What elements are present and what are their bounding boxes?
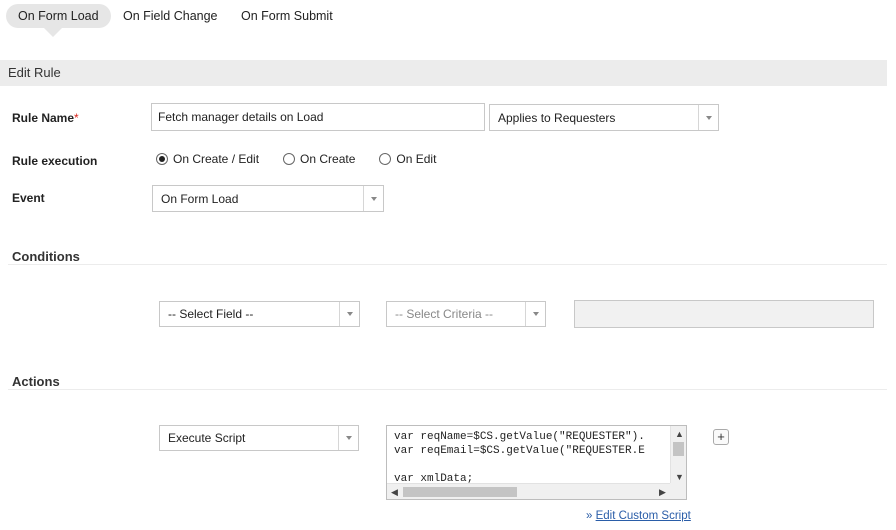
horizontal-scroll-thumb[interactable] <box>403 487 517 497</box>
chevron-down-icon[interactable] <box>698 105 718 130</box>
action-type-value: Execute Script <box>168 431 246 445</box>
select-criteria-value: -- Select Criteria -- <box>395 307 494 321</box>
radio-on-create[interactable]: On Create <box>283 152 355 166</box>
chevron-down-icon[interactable] <box>525 302 545 326</box>
select-criteria-dropdown[interactable]: -- Select Criteria -- <box>386 301 546 327</box>
edit-rule-header: Edit Rule <box>0 60 887 86</box>
active-tab-caret <box>44 28 62 37</box>
vertical-scrollbar[interactable]: ▲ ▼ <box>670 426 686 485</box>
rule-name-label: Rule Name* <box>12 111 79 125</box>
rule-name-label-text: Rule Name <box>12 111 75 125</box>
radio-unchecked-icon[interactable] <box>283 153 296 165</box>
arrow-up-icon[interactable]: ▲ <box>675 429 684 439</box>
script-line: var reqEmail=$CS.getValue("REQUESTER.E <box>394 445 645 457</box>
add-action-button[interactable]: + <box>713 429 729 445</box>
actions-title: Actions <box>12 374 60 389</box>
radio-on-create-label: On Create <box>300 152 356 166</box>
rule-execution-label: Rule execution <box>12 154 98 168</box>
radio-checked-icon[interactable] <box>156 153 168 165</box>
applies-to-value: Applies to Requesters <box>498 110 616 125</box>
radio-on-create-edit[interactable]: On Create / Edit <box>156 152 259 166</box>
script-line: var reqName=$CS.getValue("REQUESTER"). <box>394 431 645 443</box>
select-field-value: -- Select Field -- <box>168 307 254 321</box>
horizontal-scrollbar[interactable]: ◀ ▶ <box>387 483 672 499</box>
chevron-down-icon[interactable] <box>339 302 359 326</box>
event-value: On Form Load <box>161 191 239 206</box>
event-label: Event <box>12 191 45 205</box>
rule-execution-radio-group: On Create / Edit On Create On Edit <box>156 152 460 166</box>
radio-on-edit-label: On Edit <box>396 152 437 166</box>
radio-on-create-edit-label: On Create / Edit <box>173 152 260 166</box>
conditions-title: Conditions <box>12 249 80 264</box>
actions-divider <box>8 389 887 390</box>
condition-value-input[interactable] <box>574 300 874 328</box>
chevron-down-icon[interactable] <box>338 426 358 450</box>
edit-rule-title: Edit Rule <box>8 65 61 80</box>
required-marker: * <box>74 111 79 125</box>
script-code[interactable]: var reqName=$CS.getValue("REQUESTER"). va… <box>394 430 645 486</box>
event-select[interactable]: On Form Load <box>152 185 384 212</box>
tab-on-field-change[interactable]: On Field Change <box>111 4 230 28</box>
tab-on-form-submit[interactable]: On Form Submit <box>229 4 345 28</box>
vertical-scroll-thumb[interactable] <box>673 442 684 456</box>
arrow-right-icon[interactable]: ▶ <box>659 487 666 497</box>
radio-unchecked-icon[interactable] <box>379 153 392 165</box>
script-line <box>394 458 645 472</box>
conditions-divider <box>8 264 887 265</box>
arrow-down-icon[interactable]: ▼ <box>675 472 684 482</box>
scroll-corner <box>670 483 686 499</box>
edit-custom-script-link[interactable]: » Edit Custom Script <box>586 510 691 522</box>
tab-on-form-load[interactable]: On Form Load <box>6 4 111 28</box>
chevron-down-icon[interactable] <box>363 186 383 211</box>
arrow-left-icon[interactable]: ◀ <box>391 487 398 497</box>
applies-to-select[interactable]: Applies to Requesters <box>489 104 719 131</box>
action-type-select[interactable]: Execute Script <box>159 425 359 451</box>
rule-name-input[interactable]: Fetch manager details on Load <box>151 103 485 131</box>
select-field-dropdown[interactable]: -- Select Field -- <box>159 301 360 327</box>
script-editor[interactable]: var reqName=$CS.getValue("REQUESTER"). va… <box>386 425 687 500</box>
radio-on-edit[interactable]: On Edit <box>379 152 436 166</box>
edit-custom-script-label[interactable]: Edit Custom Script <box>596 510 691 522</box>
link-prefix: » <box>586 510 596 522</box>
